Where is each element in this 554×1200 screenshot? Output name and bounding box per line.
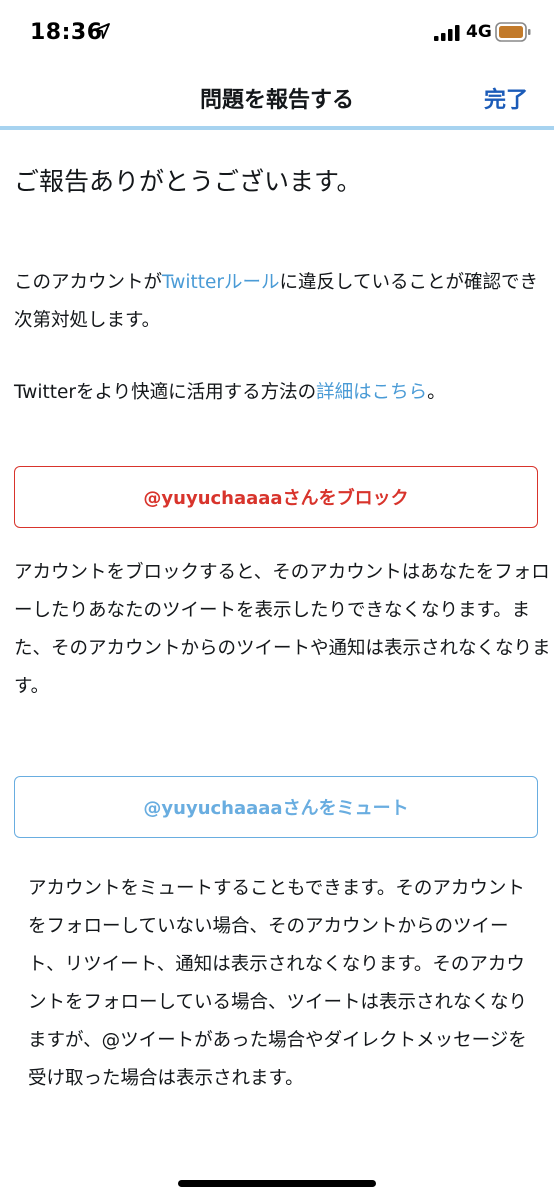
twitter-rules-link[interactable]: Twitterルール [162, 272, 280, 293]
nav-bar: 問題を報告する 完了 [0, 68, 554, 126]
battery-icon [495, 22, 531, 42]
rules-paragraph: このアカウントがTwitterルールに違反していることが確認でき次第対処します。 [14, 264, 544, 340]
learn-more-link[interactable]: 詳細はこちら [316, 382, 427, 403]
home-indicator[interactable] [178, 1180, 376, 1187]
block-description: アカウントをブロックすると、そのアカウントはあなたをフォローしたりあなたのツイー… [14, 562, 551, 697]
tips-text-after: 。 [427, 382, 446, 403]
done-button[interactable]: 完了 [484, 82, 528, 114]
nav-divider [0, 126, 554, 130]
mute-description: アカウントをミュートすることもできます。そのアカウントをフォローしていない場合、… [28, 878, 527, 1089]
page-title: 問題を報告する [199, 88, 354, 113]
network-type: 4G [466, 22, 492, 42]
thanks-heading: ご報告ありがとうございます。 [14, 167, 362, 196]
tips-text-before: Twitterをより快適に活用する方法の [14, 382, 317, 403]
tips-paragraph: Twitterをより快適に活用する方法の詳細はこちら。 [14, 374, 544, 412]
signal-icon [434, 25, 460, 41]
block-account-button[interactable]: @yuyuchaaaaさんをブロック [14, 466, 538, 528]
location-arrow-icon [94, 23, 110, 39]
status-bar: 18:36 4G [0, 0, 554, 68]
rules-text-before: このアカウントが [14, 272, 163, 293]
status-time: 18:36 [30, 20, 103, 45]
mute-account-button[interactable]: @yuyuchaaaaさんをミュート [14, 776, 538, 838]
